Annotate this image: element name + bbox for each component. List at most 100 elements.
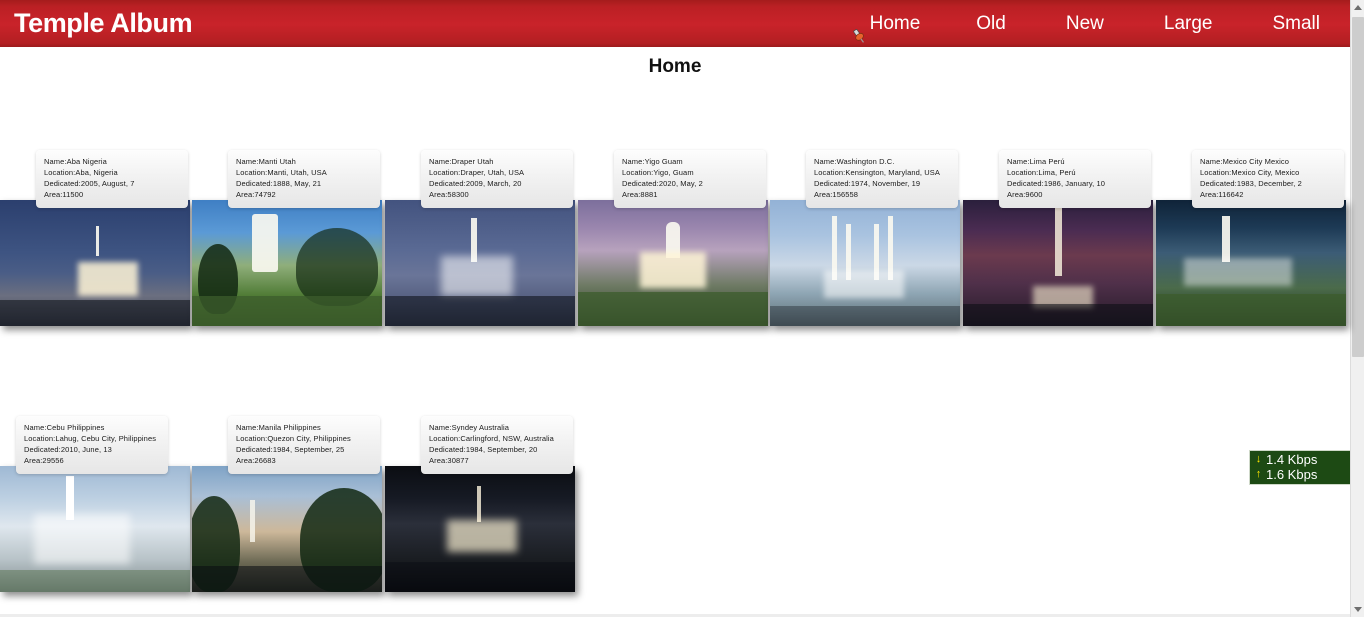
temple-area: Area:9600 <box>1007 190 1043 199</box>
temple-name: Name:Manti Utah <box>236 157 296 166</box>
temple-photo[interactable] <box>385 466 575 592</box>
main-navigation: Home Old New Large Small <box>832 0 1350 47</box>
temple-photo[interactable] <box>192 466 382 592</box>
nav-item-small[interactable]: Small <box>1242 0 1350 47</box>
temple-location: Location:Lima, Perú <box>1007 168 1076 177</box>
temple-area: Area:156558 <box>814 190 859 199</box>
temple-caption: Name:Manila Philippines Location:Quezon … <box>228 416 380 474</box>
nav-item-small-label: Small <box>1272 13 1320 34</box>
temple-photo[interactable] <box>0 200 190 326</box>
temple-area: Area:26683 <box>236 456 276 465</box>
temple-name: Name:Mexico City Mexico <box>1200 157 1289 166</box>
temple-location: Location:Kensington, Maryland, USA <box>814 168 940 177</box>
temple-card[interactable]: Name:Lima Perú Location:Lima, Perú Dedic… <box>963 150 1157 326</box>
temple-card[interactable]: Name:Manti Utah Location:Manti, Utah, US… <box>192 150 386 326</box>
temple-dedicated: Dedicated:1986, January, 10 <box>1007 179 1106 188</box>
app-root: Temple Album Home Old New Large Small Ho… <box>0 0 1364 617</box>
temple-name: Name:Syndey Australia <box>429 423 510 432</box>
temple-area: Area:11500 <box>44 190 84 199</box>
nav-item-old[interactable]: Old <box>946 0 1036 47</box>
site-header: Temple Album Home Old New Large Small <box>0 0 1350 47</box>
temple-photo[interactable] <box>385 200 575 326</box>
chevron-down-icon <box>1354 607 1362 612</box>
temple-card[interactable]: Name:Mexico City Mexico Location:Mexico … <box>1156 150 1350 326</box>
temple-caption: Name:Lima Perú Location:Lima, Perú Dedic… <box>999 150 1151 208</box>
temple-caption: Name:Draper Utah Location:Draper, Utah, … <box>421 150 573 208</box>
nav-item-large[interactable]: Large <box>1134 0 1243 47</box>
temple-location: Location:Lahug, Cebu City, Philippines <box>24 434 157 443</box>
temple-dedicated: Dedicated:2009, March, 20 <box>429 179 522 188</box>
download-arrow-icon: ↓ <box>1255 453 1262 465</box>
temple-card[interactable]: Name:Washington D.C. Location:Kensington… <box>770 150 964 326</box>
gallery-row-2: Name:Cebu Philippines Location:Lahug, Ce… <box>0 416 1350 617</box>
scrollbar-thumb[interactable] <box>1352 17 1364 357</box>
temple-location: Location:Carlingford, NSW, Australia <box>429 434 554 443</box>
scroll-up-button[interactable] <box>1351 0 1364 15</box>
temple-name: Name:Washington D.C. <box>814 157 895 166</box>
upload-speed-row: ↑ 1.6 Kbps <box>1254 467 1347 482</box>
nav-item-new-label: New <box>1065 13 1104 34</box>
pushpin-icon <box>850 16 868 43</box>
temple-card[interactable]: Name:Syndey Australia Location:Carlingfo… <box>385 416 579 592</box>
network-speed-overlay[interactable]: ↓ 1.4 Kbps ↑ 1.6 Kbps <box>1249 450 1352 485</box>
temple-caption: Name:Syndey Australia Location:Carlingfo… <box>421 416 573 474</box>
download-speed-row: ↓ 1.4 Kbps <box>1254 452 1347 467</box>
temple-name: Name:Manila Philippines <box>236 423 321 432</box>
temple-dedicated: Dedicated:1974, November, 19 <box>814 179 921 188</box>
temple-location: Location:Quezon City, Philippines <box>236 434 351 443</box>
temple-location: Location:Yigo, Guam <box>622 168 694 177</box>
temple-name: Name:Draper Utah <box>429 157 494 166</box>
nav-item-new[interactable]: New <box>1036 0 1134 47</box>
temple-card[interactable]: Name:Manila Philippines Location:Quezon … <box>192 416 386 592</box>
temple-dedicated: Dedicated:1984, September, 25 <box>236 445 345 454</box>
nav-item-old-label: Old <box>976 13 1006 34</box>
temple-caption: Name:Mexico City Mexico Location:Mexico … <box>1192 150 1344 208</box>
temple-location: Location:Aba, Nigeria <box>44 168 118 177</box>
temple-photo[interactable] <box>578 200 768 326</box>
upload-arrow-icon: ↑ <box>1255 468 1262 480</box>
temple-card[interactable]: Name:Cebu Philippines Location:Lahug, Ce… <box>0 416 190 592</box>
temple-dedicated: Dedicated:1888, May, 21 <box>236 179 322 188</box>
site-brand-title: Temple Album <box>14 8 193 38</box>
temple-card[interactable]: Name:Aba Nigeria Location:Aba, Nigeria D… <box>0 150 194 326</box>
temple-area: Area:116642 <box>1200 190 1244 199</box>
nav-item-home[interactable]: Home <box>832 0 947 47</box>
temple-area: Area:74792 <box>236 190 276 199</box>
gallery-row-1: Name:Aba Nigeria Location:Aba, Nigeria D… <box>0 150 1350 416</box>
temple-location: Location:Draper, Utah, USA <box>429 168 525 177</box>
scroll-down-button[interactable] <box>1351 602 1364 617</box>
temple-photo[interactable] <box>963 200 1153 326</box>
temple-area: Area:58300 <box>429 190 469 199</box>
temple-dedicated: Dedicated:2005, August, 7 <box>44 179 135 188</box>
temple-dedicated: Dedicated:1984, September, 20 <box>429 445 538 454</box>
upload-speed-value: 1.6 Kbps <box>1266 467 1318 482</box>
temple-area: Area:30877 <box>429 456 469 465</box>
temple-caption: Name:Cebu Philippines Location:Lahug, Ce… <box>16 416 168 474</box>
temple-caption: Name:Aba Nigeria Location:Aba, Nigeria D… <box>36 150 188 208</box>
temple-area: Area:29556 <box>24 456 64 465</box>
temple-photo[interactable] <box>770 200 960 326</box>
temple-name: Name:Aba Nigeria <box>44 157 107 166</box>
download-speed-value: 1.4 Kbps <box>1266 452 1318 467</box>
temple-location: Location:Mexico City, Mexico <box>1200 168 1300 177</box>
nav-item-home-label: Home <box>869 13 921 34</box>
temple-photo[interactable] <box>1156 200 1346 326</box>
vertical-scrollbar[interactable] <box>1350 0 1364 617</box>
nav-item-large-label: Large <box>1163 13 1213 34</box>
temple-caption: Name:Manti Utah Location:Manti, Utah, US… <box>228 150 380 208</box>
temple-dedicated: Dedicated:2020, May, 2 <box>622 179 703 188</box>
chevron-up-icon <box>1354 5 1362 10</box>
temple-name: Name:Yigo Guam <box>622 157 683 166</box>
temple-card[interactable]: Name:Yigo Guam Location:Yigo, Guam Dedic… <box>578 150 772 326</box>
temple-gallery: Name:Aba Nigeria Location:Aba, Nigeria D… <box>0 150 1350 617</box>
page-title: Home <box>648 56 702 77</box>
temple-caption: Name:Washington D.C. Location:Kensington… <box>806 150 958 208</box>
temple-card[interactable]: Name:Draper Utah Location:Draper, Utah, … <box>385 150 579 326</box>
temple-dedicated: Dedicated:1983, December, 2 <box>1200 179 1302 188</box>
temple-name: Name:Cebu Philippines <box>24 423 105 432</box>
temple-photo[interactable] <box>0 466 190 592</box>
temple-photo[interactable] <box>192 200 382 326</box>
temple-area: Area:8881 <box>622 190 658 199</box>
temple-dedicated: Dedicated:2010, June, 13 <box>24 445 112 454</box>
temple-location: Location:Manti, Utah, USA <box>236 168 327 177</box>
